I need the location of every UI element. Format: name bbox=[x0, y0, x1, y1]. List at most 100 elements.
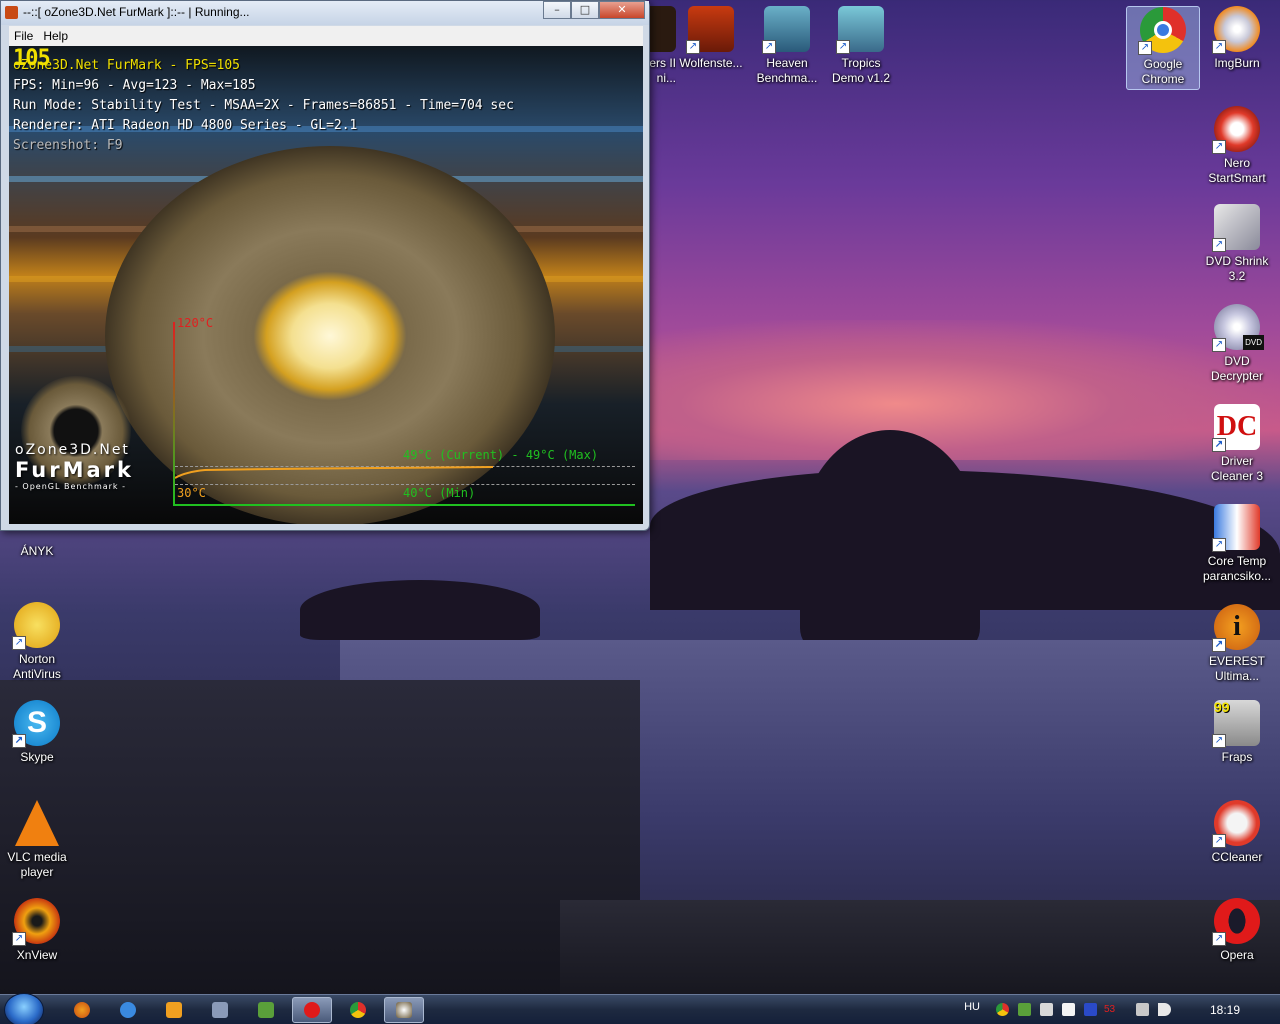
hud-fps-stats: FPS: Min=96 - Avg=123 - Max=185 bbox=[13, 78, 256, 93]
heaven-icon: ↗ bbox=[762, 6, 810, 54]
dvd-badge: DVD bbox=[1243, 335, 1264, 350]
dvd-shrink-icon: ↗ bbox=[1212, 204, 1260, 252]
tray-temperature-readout[interactable]: 53 bbox=[1104, 1004, 1115, 1015]
logo-subtitle: - OpenGL Benchmark - bbox=[15, 482, 126, 491]
maximize-button[interactable]: □ bbox=[571, 1, 599, 19]
shortcut-arrow-icon: ↗ bbox=[12, 636, 26, 650]
network-icon[interactable] bbox=[1136, 1003, 1149, 1016]
desktop-icon-dvdshrink[interactable]: ↗ DVD Shrink 3.2 bbox=[1200, 204, 1274, 284]
shortcut-arrow-icon: ↗ bbox=[762, 40, 776, 54]
shortcut-arrow-icon: ↗ bbox=[1212, 338, 1226, 352]
desktop-icon-label: Skype bbox=[20, 750, 54, 764]
logo-ozone3d: oZone3D.Net bbox=[15, 442, 130, 458]
desktop-icon-fraps[interactable]: 99 ↗ Fraps bbox=[1200, 700, 1274, 765]
desktop-icon-label: Google Chrome bbox=[1141, 57, 1185, 86]
taskbar-chrome[interactable] bbox=[338, 997, 378, 1023]
window-controls: – □ ✕ bbox=[543, 1, 645, 19]
desktop-icon-xnview[interactable]: ↗ XnView bbox=[0, 898, 74, 963]
volume-icon[interactable] bbox=[1158, 1003, 1171, 1016]
furmark-window[interactable]: --::[ oZone3D.Net FurMark ]::-- | Runnin… bbox=[0, 0, 650, 531]
tray-blue-icon[interactable] bbox=[1084, 1003, 1097, 1016]
shortcut-arrow-icon: ↗ bbox=[686, 40, 700, 54]
desktop-icon-label: Heaven Benchma... bbox=[756, 56, 818, 85]
window-title: --::[ oZone3D.Net FurMark ]::-- | Runnin… bbox=[23, 5, 250, 19]
menu-bar: File Help bbox=[9, 26, 643, 46]
taskbar-furmark[interactable] bbox=[384, 997, 424, 1023]
hud-screenshot-hint: Screenshot: F9 bbox=[13, 138, 123, 153]
hud-fps-line: oZone3D.Net FurMark - FPS=105 bbox=[13, 58, 240, 73]
shortcut-arrow-icon: ↗ bbox=[1212, 40, 1226, 54]
everest-info-icon: i ↗ bbox=[1212, 604, 1260, 652]
desktop-icon-label: Driver Cleaner 3 bbox=[1210, 454, 1264, 483]
tray-chrome-icon[interactable] bbox=[996, 1003, 1009, 1016]
minimize-button[interactable]: – bbox=[543, 1, 571, 19]
start-button[interactable] bbox=[4, 993, 44, 1024]
desktop-icon-coretemp[interactable]: ↗ Core Temp parancsiko... bbox=[1200, 504, 1274, 584]
desktop-icon-ccleaner[interactable]: ↗ CCleaner bbox=[1200, 800, 1274, 865]
taskbar-media-player[interactable] bbox=[154, 997, 194, 1023]
xnview-eye-icon: ↗ bbox=[12, 898, 60, 946]
folder-icon bbox=[258, 1002, 274, 1018]
desktop-icon-vlc[interactable]: VLC media player bbox=[0, 800, 74, 880]
shortcut-arrow-icon: ↗ bbox=[1212, 734, 1226, 748]
desktop-icon-label: Core Temp parancsiko... bbox=[1202, 554, 1272, 583]
media-player-icon bbox=[166, 1002, 182, 1018]
language-indicator[interactable]: HU bbox=[964, 1001, 980, 1013]
desktop-icon-chrome[interactable]: ↗ Google Chrome bbox=[1126, 6, 1200, 90]
shortcut-arrow-icon: ↗ bbox=[1212, 834, 1226, 848]
fraps-monitor-icon: 99 ↗ bbox=[1212, 700, 1260, 748]
shortcut-arrow-icon: ↗ bbox=[1212, 238, 1226, 252]
desktop-icon-everest[interactable]: i ↗ EVEREST Ultima... bbox=[1200, 604, 1274, 684]
graph-min-reading-label: 40°C (Min) bbox=[403, 486, 476, 500]
desktop-icon-norton[interactable]: ↗ Norton AntiVirus bbox=[0, 602, 74, 682]
desktop-icon-imgburn[interactable]: ↗ ImgBurn bbox=[1200, 6, 1274, 71]
tropics-icon: ↗ bbox=[836, 6, 884, 54]
hud-stats: oZone3D.Net FurMark - FPS=105 FPS: Min=9… bbox=[13, 56, 514, 156]
furmark-icon bbox=[396, 1002, 412, 1018]
tray-app-icon[interactable] bbox=[1018, 1003, 1031, 1016]
taskbar-explorer[interactable] bbox=[246, 997, 286, 1023]
shortcut-arrow-icon: ↗ bbox=[1138, 41, 1152, 55]
menu-help[interactable]: Help bbox=[38, 29, 73, 43]
shortcut-arrow-icon: ↗ bbox=[836, 40, 850, 54]
shortcut-arrow-icon: ↗ bbox=[1212, 638, 1226, 652]
desktop-icon-tropics[interactable]: ↗ Tropics Demo v1.2 bbox=[824, 6, 898, 86]
taskbar-firefox[interactable] bbox=[62, 997, 102, 1023]
imgburn-icon: ↗ bbox=[1212, 6, 1260, 54]
thermometer-icon: ↗ bbox=[1212, 504, 1260, 552]
taskbar-ie[interactable] bbox=[108, 997, 148, 1023]
shortcut-arrow-icon: ↗ bbox=[1212, 932, 1226, 946]
desktop-icon-wolfenstein[interactable]: ↗ Wolfenste... bbox=[674, 6, 748, 71]
furmark-app-icon bbox=[5, 6, 18, 19]
dvd-disc-icon: DVD ↗ bbox=[1212, 304, 1264, 352]
app-icon bbox=[212, 1002, 228, 1018]
shortcut-arrow-icon: ↗ bbox=[12, 932, 26, 946]
tray-flag-icon[interactable] bbox=[1062, 1003, 1075, 1016]
desktop-icon-opera[interactable]: ↗ Opera bbox=[1200, 898, 1274, 963]
wallpaper-island bbox=[300, 580, 540, 640]
logo-furmark: FurMark bbox=[15, 458, 134, 482]
taskbar-clock[interactable]: 18:19 bbox=[1210, 1003, 1240, 1017]
window-titlebar[interactable]: --::[ oZone3D.Net FurMark ]::-- | Runnin… bbox=[1, 1, 649, 25]
desktop-icon-skype[interactable]: S ↗ Skype bbox=[0, 700, 74, 765]
opera-icon: ↗ bbox=[1212, 898, 1260, 946]
desktop-icon-heaven[interactable]: ↗ Heaven Benchma... bbox=[750, 6, 824, 86]
hud-renderer: Renderer: ATI Radeon HD 4800 Series - GL… bbox=[13, 118, 358, 133]
taskbar-app[interactable] bbox=[200, 997, 240, 1023]
shortcut-arrow-icon: ↗ bbox=[1212, 438, 1226, 452]
wallpaper-hills bbox=[650, 470, 1280, 610]
taskbar-opera[interactable] bbox=[292, 997, 332, 1023]
desktop-icon-drivercleaner[interactable]: DC ↗ Driver Cleaner 3 bbox=[1200, 404, 1274, 484]
menu-file[interactable]: File bbox=[9, 29, 38, 43]
render-viewport: oZone3D.Net FurMark - FPS=105 FPS: Min=9… bbox=[9, 46, 643, 524]
graph-x-axis bbox=[173, 504, 635, 506]
desktop-icon-label: Fraps bbox=[1221, 750, 1253, 764]
taskbar: HU 53 18:19 bbox=[0, 993, 1280, 1024]
tray-fraps-icon[interactable] bbox=[1040, 1003, 1053, 1016]
close-button[interactable]: ✕ bbox=[599, 1, 645, 19]
ccleaner-icon: ↗ bbox=[1212, 800, 1260, 848]
desktop-icon-nero[interactable]: ↗ Nero StartSmart bbox=[1200, 106, 1274, 186]
desktop-icon-dvddecrypter[interactable]: DVD ↗ DVD Decrypter bbox=[1200, 304, 1274, 384]
desktop-icon-anyk[interactable]: ÁNYK bbox=[0, 530, 74, 559]
wallpaper-city bbox=[0, 680, 640, 1000]
